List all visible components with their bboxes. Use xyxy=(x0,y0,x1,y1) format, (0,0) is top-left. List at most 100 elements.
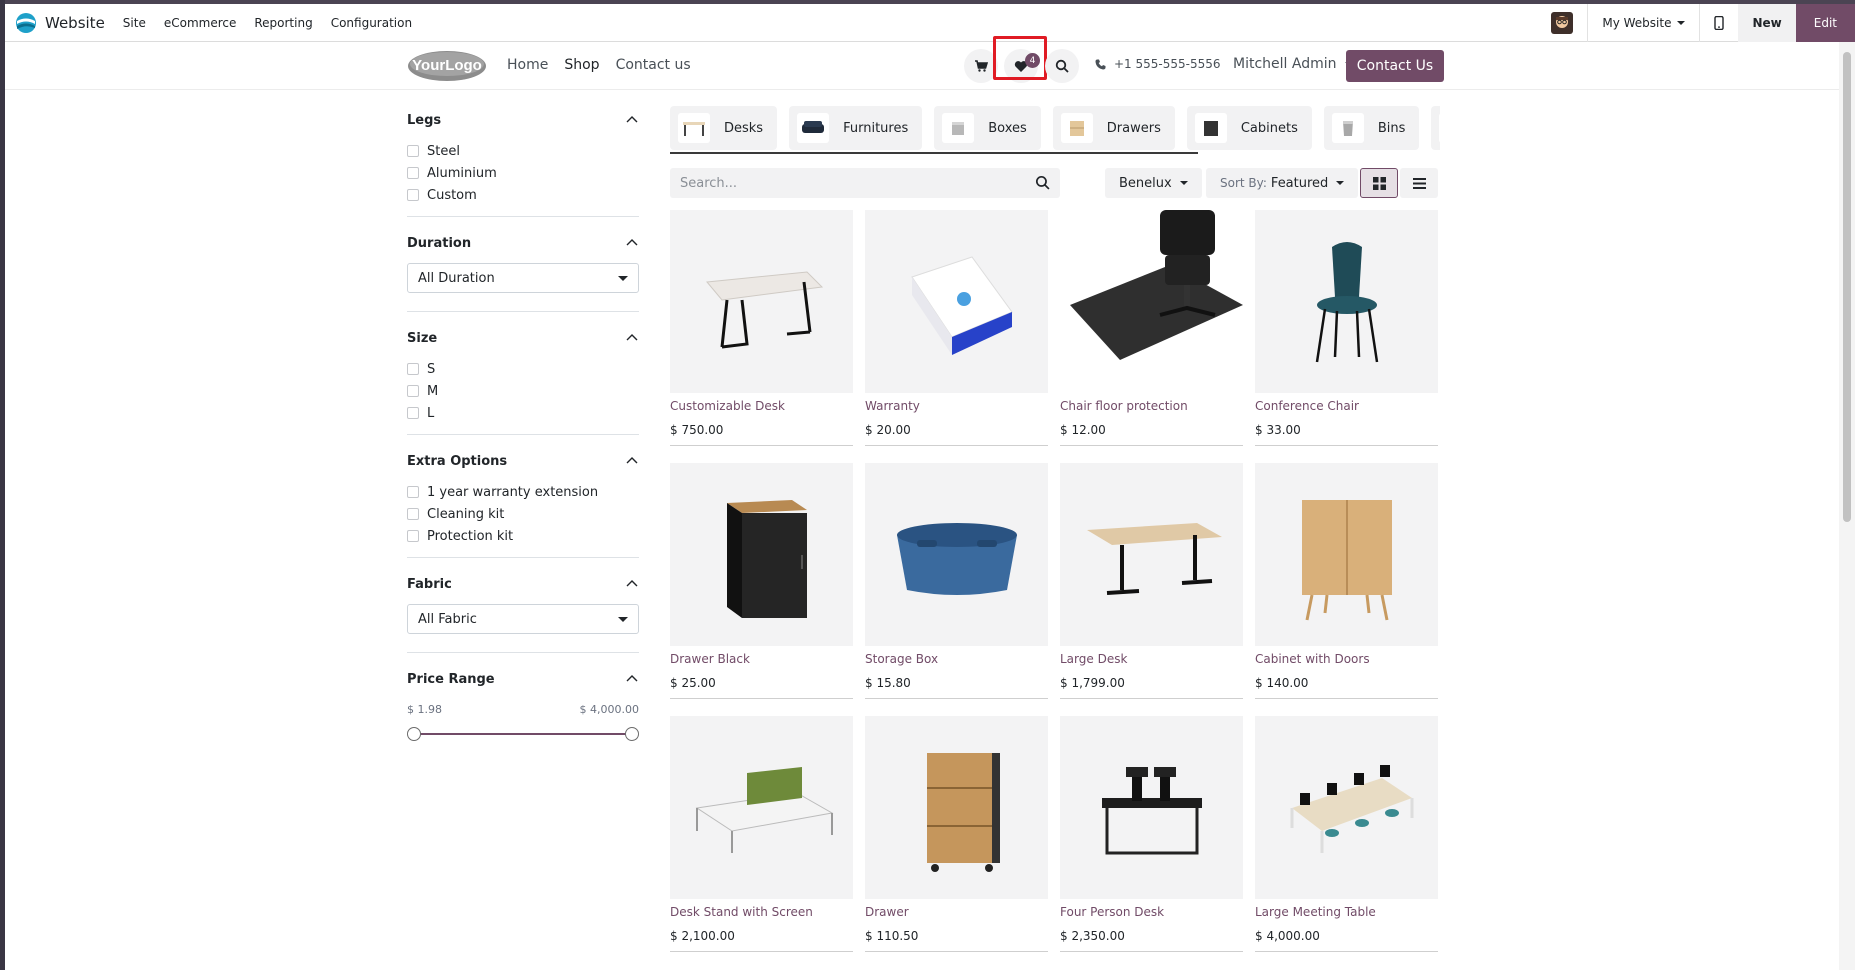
checkbox[interactable] xyxy=(407,145,419,157)
filter-extra-header[interactable]: Extra Options xyxy=(407,451,639,471)
card-divider xyxy=(865,698,1048,699)
large-desk-image[interactable] xyxy=(1060,463,1243,646)
checkbox[interactable] xyxy=(407,508,419,520)
category-desks[interactable]: Desks xyxy=(670,106,778,150)
search-icon[interactable] xyxy=(1035,175,1050,190)
checkbox[interactable] xyxy=(407,486,419,498)
phone-link[interactable]: +1 555-555-5556 xyxy=(1095,57,1221,71)
sort-dropdown[interactable]: Sort By: Featured xyxy=(1206,168,1359,198)
product-name[interactable]: Cabinet with Doors xyxy=(1255,652,1438,668)
product-card[interactable]: Warranty $ 20.00 xyxy=(865,210,1048,446)
product-name[interactable]: Drawer xyxy=(865,905,1048,921)
four-person-desk-image[interactable] xyxy=(1060,716,1243,899)
filter-option-aluminium[interactable]: Aluminium xyxy=(407,162,639,184)
product-name[interactable]: Conference Chair xyxy=(1255,399,1438,415)
product-name[interactable]: Drawer Black xyxy=(670,652,853,668)
range-thumb-min[interactable] xyxy=(407,727,421,741)
product-card[interactable]: Storage Box $ 15.80 xyxy=(865,463,1048,699)
nav-contact-us[interactable]: Contact us xyxy=(616,57,691,73)
filter-option-s[interactable]: S xyxy=(407,358,639,380)
filter-duration-header[interactable]: Duration xyxy=(407,233,639,253)
price-range-slider[interactable] xyxy=(407,724,639,744)
nav-home[interactable]: Home xyxy=(507,57,548,73)
pricelist-dropdown[interactable]: Benelux xyxy=(1105,168,1202,198)
contact-us-button[interactable]: Contact Us xyxy=(1346,50,1444,82)
product-name[interactable]: Customizable Desk xyxy=(670,399,853,415)
checkbox[interactable] xyxy=(407,407,419,419)
new-button[interactable]: New xyxy=(1738,4,1796,42)
list-view-button[interactable] xyxy=(1400,168,1438,198)
product-card[interactable]: Four Person Desk $ 2,350.00 xyxy=(1060,716,1243,952)
product-name[interactable]: Large Meeting Table xyxy=(1255,905,1438,921)
checkbox[interactable] xyxy=(407,363,419,375)
app-name[interactable]: Website xyxy=(45,14,105,32)
drawer-black-image[interactable] xyxy=(670,463,853,646)
floor-mat-image[interactable] xyxy=(1060,210,1243,393)
checkbox[interactable] xyxy=(407,385,419,397)
website-app-icon[interactable] xyxy=(15,12,37,34)
product-card[interactable]: Customizable Desk $ 750.00 xyxy=(670,210,853,446)
category-bins[interactable]: Bins xyxy=(1323,106,1420,150)
drawer-image[interactable] xyxy=(865,716,1048,899)
category-cabinets[interactable]: Cabinets xyxy=(1186,106,1312,150)
category-boxes[interactable]: Boxes xyxy=(934,106,1041,150)
website-switcher[interactable]: My Website xyxy=(1588,16,1699,30)
user-avatar[interactable] xyxy=(1551,12,1574,34)
product-search-input[interactable]: Search... xyxy=(670,168,1060,198)
scrollbar-thumb[interactable] xyxy=(1843,52,1851,522)
checkbox[interactable] xyxy=(407,189,419,201)
product-card[interactable]: Large Desk $ 1,799.00 xyxy=(1060,463,1243,699)
product-card[interactable]: Desk Stand with Screen $ 2,100.00 xyxy=(670,716,853,952)
mobile-preview-button[interactable] xyxy=(1700,4,1738,42)
filter-option-warranty[interactable]: 1 year warranty extension xyxy=(407,481,639,503)
product-name[interactable]: Large Desk xyxy=(1060,652,1243,668)
cabinet-image[interactable] xyxy=(1255,463,1438,646)
filter-option-steel[interactable]: Steel xyxy=(407,140,639,162)
product-name[interactable]: Four Person Desk xyxy=(1060,905,1243,921)
checkbox[interactable] xyxy=(407,167,419,179)
range-thumb-max[interactable] xyxy=(625,727,639,741)
filter-fabric-header[interactable]: Fabric xyxy=(407,574,639,594)
product-name[interactable]: Desk Stand with Screen xyxy=(670,905,853,921)
filter-option-custom[interactable]: Custom xyxy=(407,184,639,206)
filter-option-cleaning-kit[interactable]: Cleaning kit xyxy=(407,503,639,525)
menu-configuration[interactable]: Configuration xyxy=(331,16,412,30)
category-furnitures[interactable]: Furnitures xyxy=(789,106,923,150)
product-card[interactable]: Drawer Black $ 25.00 xyxy=(670,463,853,699)
header-search-button[interactable] xyxy=(1045,49,1079,83)
product-card[interactable]: Drawer $ 110.50 xyxy=(865,716,1048,952)
your-logo[interactable]: YourLogo xyxy=(407,50,487,82)
category-drawers[interactable]: Drawers xyxy=(1052,106,1175,150)
menu-site[interactable]: Site xyxy=(123,16,146,30)
filter-option-m[interactable]: M xyxy=(407,380,639,402)
grid-view-button[interactable] xyxy=(1360,168,1398,198)
filter-legs-header[interactable]: Legs xyxy=(407,110,639,130)
menu-reporting[interactable]: Reporting xyxy=(254,16,312,30)
desk-stand-image[interactable] xyxy=(670,716,853,899)
warranty-box-image[interactable] xyxy=(865,210,1048,393)
desk-image[interactable] xyxy=(670,210,853,393)
nav-shop[interactable]: Shop xyxy=(564,57,599,73)
product-name[interactable]: Chair floor protection xyxy=(1060,399,1243,415)
product-card[interactable]: Chair floor protection $ 12.00 xyxy=(1060,210,1243,446)
category-next-partial[interactable] xyxy=(1431,106,1440,150)
product-card[interactable]: Conference Chair $ 33.00 xyxy=(1255,210,1438,446)
filter-size-header[interactable]: Size xyxy=(407,328,639,348)
filter-option-protection-kit[interactable]: Protection kit xyxy=(407,525,639,547)
chair-image[interactable] xyxy=(1255,210,1438,393)
edit-button[interactable]: Edit xyxy=(1795,4,1855,42)
page-scrollbar[interactable] xyxy=(1839,42,1855,970)
filter-option-l[interactable]: L xyxy=(407,402,639,424)
storage-box-image[interactable] xyxy=(865,463,1048,646)
meeting-table-image[interactable] xyxy=(1255,716,1438,899)
product-name[interactable]: Storage Box xyxy=(865,652,1048,668)
product-card[interactable]: Large Meeting Table $ 4,000.00 xyxy=(1255,716,1438,952)
filter-price-header[interactable]: Price Range xyxy=(407,669,639,689)
checkbox[interactable] xyxy=(407,530,419,542)
product-name[interactable]: Warranty xyxy=(865,399,1048,415)
user-menu[interactable]: Mitchell Admin xyxy=(1233,56,1353,72)
product-card[interactable]: Cabinet with Doors $ 140.00 xyxy=(1255,463,1438,699)
fabric-select[interactable]: All Fabric xyxy=(407,604,639,634)
menu-ecommerce[interactable]: eCommerce xyxy=(164,16,237,30)
duration-select[interactable]: All Duration xyxy=(407,263,639,293)
